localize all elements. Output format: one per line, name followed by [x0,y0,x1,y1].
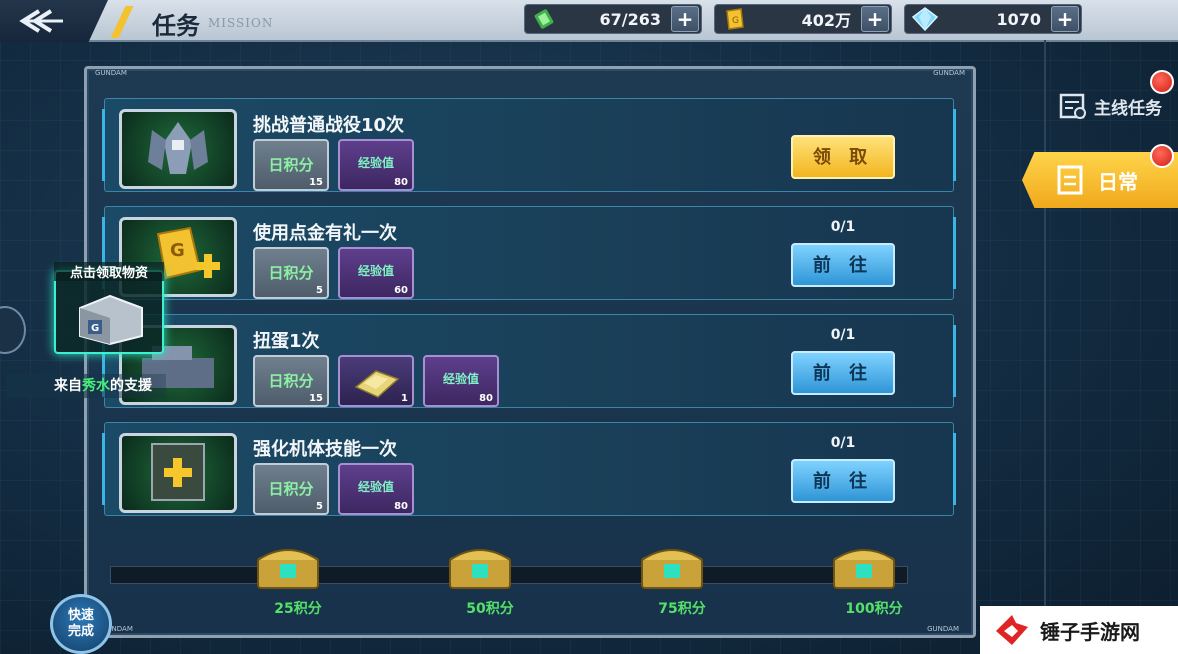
task-title: 使用点金有礼一次 [253,223,397,244]
daily-points-label: 日积分 [268,480,314,498]
daily-points-label: 日积分 [268,156,314,174]
daily-points-value: 15 [309,393,323,404]
page-title: 任务 [152,12,200,40]
side-tab-divider [1044,40,1046,654]
diamond-icon [911,7,939,31]
tab-main-quest-label: 主线任务 [1094,98,1162,119]
gold-value: 402万 [801,11,851,30]
exp-value: 60 [394,285,408,296]
treasure-chest-icon[interactable] [828,542,900,592]
task-progress: 0/1 [830,435,856,451]
exp-chip: 经验值 80 [338,463,414,515]
claim-button[interactable]: 领 取 [791,135,895,179]
exp-chip: 经验值 80 [423,355,499,407]
daily-points-value: 15 [309,177,323,188]
exp-label: 经验值 [357,264,394,278]
task-progress: 0/1 [830,327,856,343]
quick-complete-line1: 快速 [67,608,94,623]
daily-points-chip: 日积分 15 [253,139,329,191]
exp-value: 80 [394,501,408,512]
supply-box-icon: G [79,294,143,346]
svg-text:G: G [91,323,99,334]
notification-badge [1150,70,1174,94]
support-text: 来自秀水的支援 [6,374,166,398]
watermark-text: 锤子手游网 [1040,619,1140,644]
supply-popup[interactable]: G [54,270,164,354]
support-player-name: 秀水 [82,378,110,394]
svg-text:G: G [732,16,739,26]
treasure-chest-icon[interactable] [636,542,708,592]
go-button[interactable]: 前 往 [791,351,895,395]
quest-list-icon [1059,93,1086,119]
exp-label: 经验值 [357,156,394,170]
daily-points-chip: 日积分 5 [253,463,329,515]
reward-points-label: 100积分 [845,601,903,617]
page-subtitle: MISSION [208,16,274,30]
add-energy-button[interactable]: + [671,6,699,32]
gold-bar-icon: G [726,8,744,30]
calendar-icon [1057,165,1083,195]
quick-complete-line2: 完成 [67,624,94,639]
daily-points-label: 日积分 [268,264,314,282]
reward-points-label: 75积分 [658,601,706,617]
reward-points-label: 25积分 [274,601,322,617]
support-prefix: 来自 [54,378,82,394]
energy-icon [534,9,554,29]
task-progress: 0/1 [830,219,856,235]
exp-value: 80 [394,177,408,188]
go-button[interactable]: 前 往 [791,459,895,503]
resource-gold: G 402万 + [714,4,892,34]
task-title: 挑战普通战役10次 [253,115,405,136]
task-row: G 使用点金有礼一次 日积分 5 经验值 60 0/1 前 往 [102,206,956,300]
quick-complete-button[interactable]: 快速 完成 [50,594,112,654]
tab-daily-label: 日常 [1098,169,1138,194]
exp-label: 经验值 [442,372,479,386]
top-bar: 任务 MISSION 67/263 + G 402万 + 1070 + [0,0,1178,42]
daily-points-value: 5 [316,285,323,296]
back-button[interactable] [0,0,108,42]
energy-value: 67/263 [599,9,661,29]
panel-tag-br: GUNDAM [927,625,959,633]
support-suffix: 的支援 [110,378,152,394]
task-row: 挑战普通战役10次 日积分 15 经验值 80 领 取 [102,98,956,192]
watermark-logo-icon [996,615,1028,645]
item-count: 1 [401,393,408,404]
task-row: 扭蛋1次 日积分 15 1 经验值 80 0/1 前 往 [102,314,956,408]
add-gold-button[interactable]: + [861,6,889,32]
task-row: 强化机体技能一次 日积分 5 经验值 80 0/1 前 往 [102,422,956,516]
title-accent [110,6,134,38]
reward-item-chip: 1 [338,355,414,407]
daily-points-chip: 日积分 5 [253,247,329,299]
panel-tag-tl: GUNDAM [95,69,127,77]
exp-value: 80 [479,393,493,404]
go-button[interactable]: 前 往 [791,243,895,287]
mecha-icon [119,109,237,189]
daily-points-chip: 日积分 15 [253,355,329,407]
daily-points-value: 5 [316,501,323,512]
notification-badge [1150,144,1174,168]
add-diamond-button[interactable]: + [1051,6,1079,32]
treasure-chest-icon[interactable] [252,542,324,592]
exp-chip: 经验值 80 [338,139,414,191]
supply-popup-title: 点击领取物资 [54,262,164,281]
reward-points-label: 50积分 [466,601,514,617]
resource-energy: 67/263 + [524,4,702,34]
resource-diamond: 1070 + [904,4,1082,34]
exp-label: 经验值 [357,480,394,494]
task-title: 强化机体技能一次 [253,439,397,460]
exp-chip: 经验值 60 [338,247,414,299]
site-watermark: 锤子手游网 [980,606,1178,654]
skill-upgrade-icon [119,433,237,513]
svg-text:G: G [170,240,185,261]
treasure-chest-icon[interactable] [444,542,516,592]
panel-tag-tr: GUNDAM [933,69,965,77]
daily-points-label: 日积分 [268,372,314,390]
diamond-value: 1070 [996,9,1041,29]
task-title: 扭蛋1次 [253,331,320,352]
back-arrow-icon [19,9,63,33]
